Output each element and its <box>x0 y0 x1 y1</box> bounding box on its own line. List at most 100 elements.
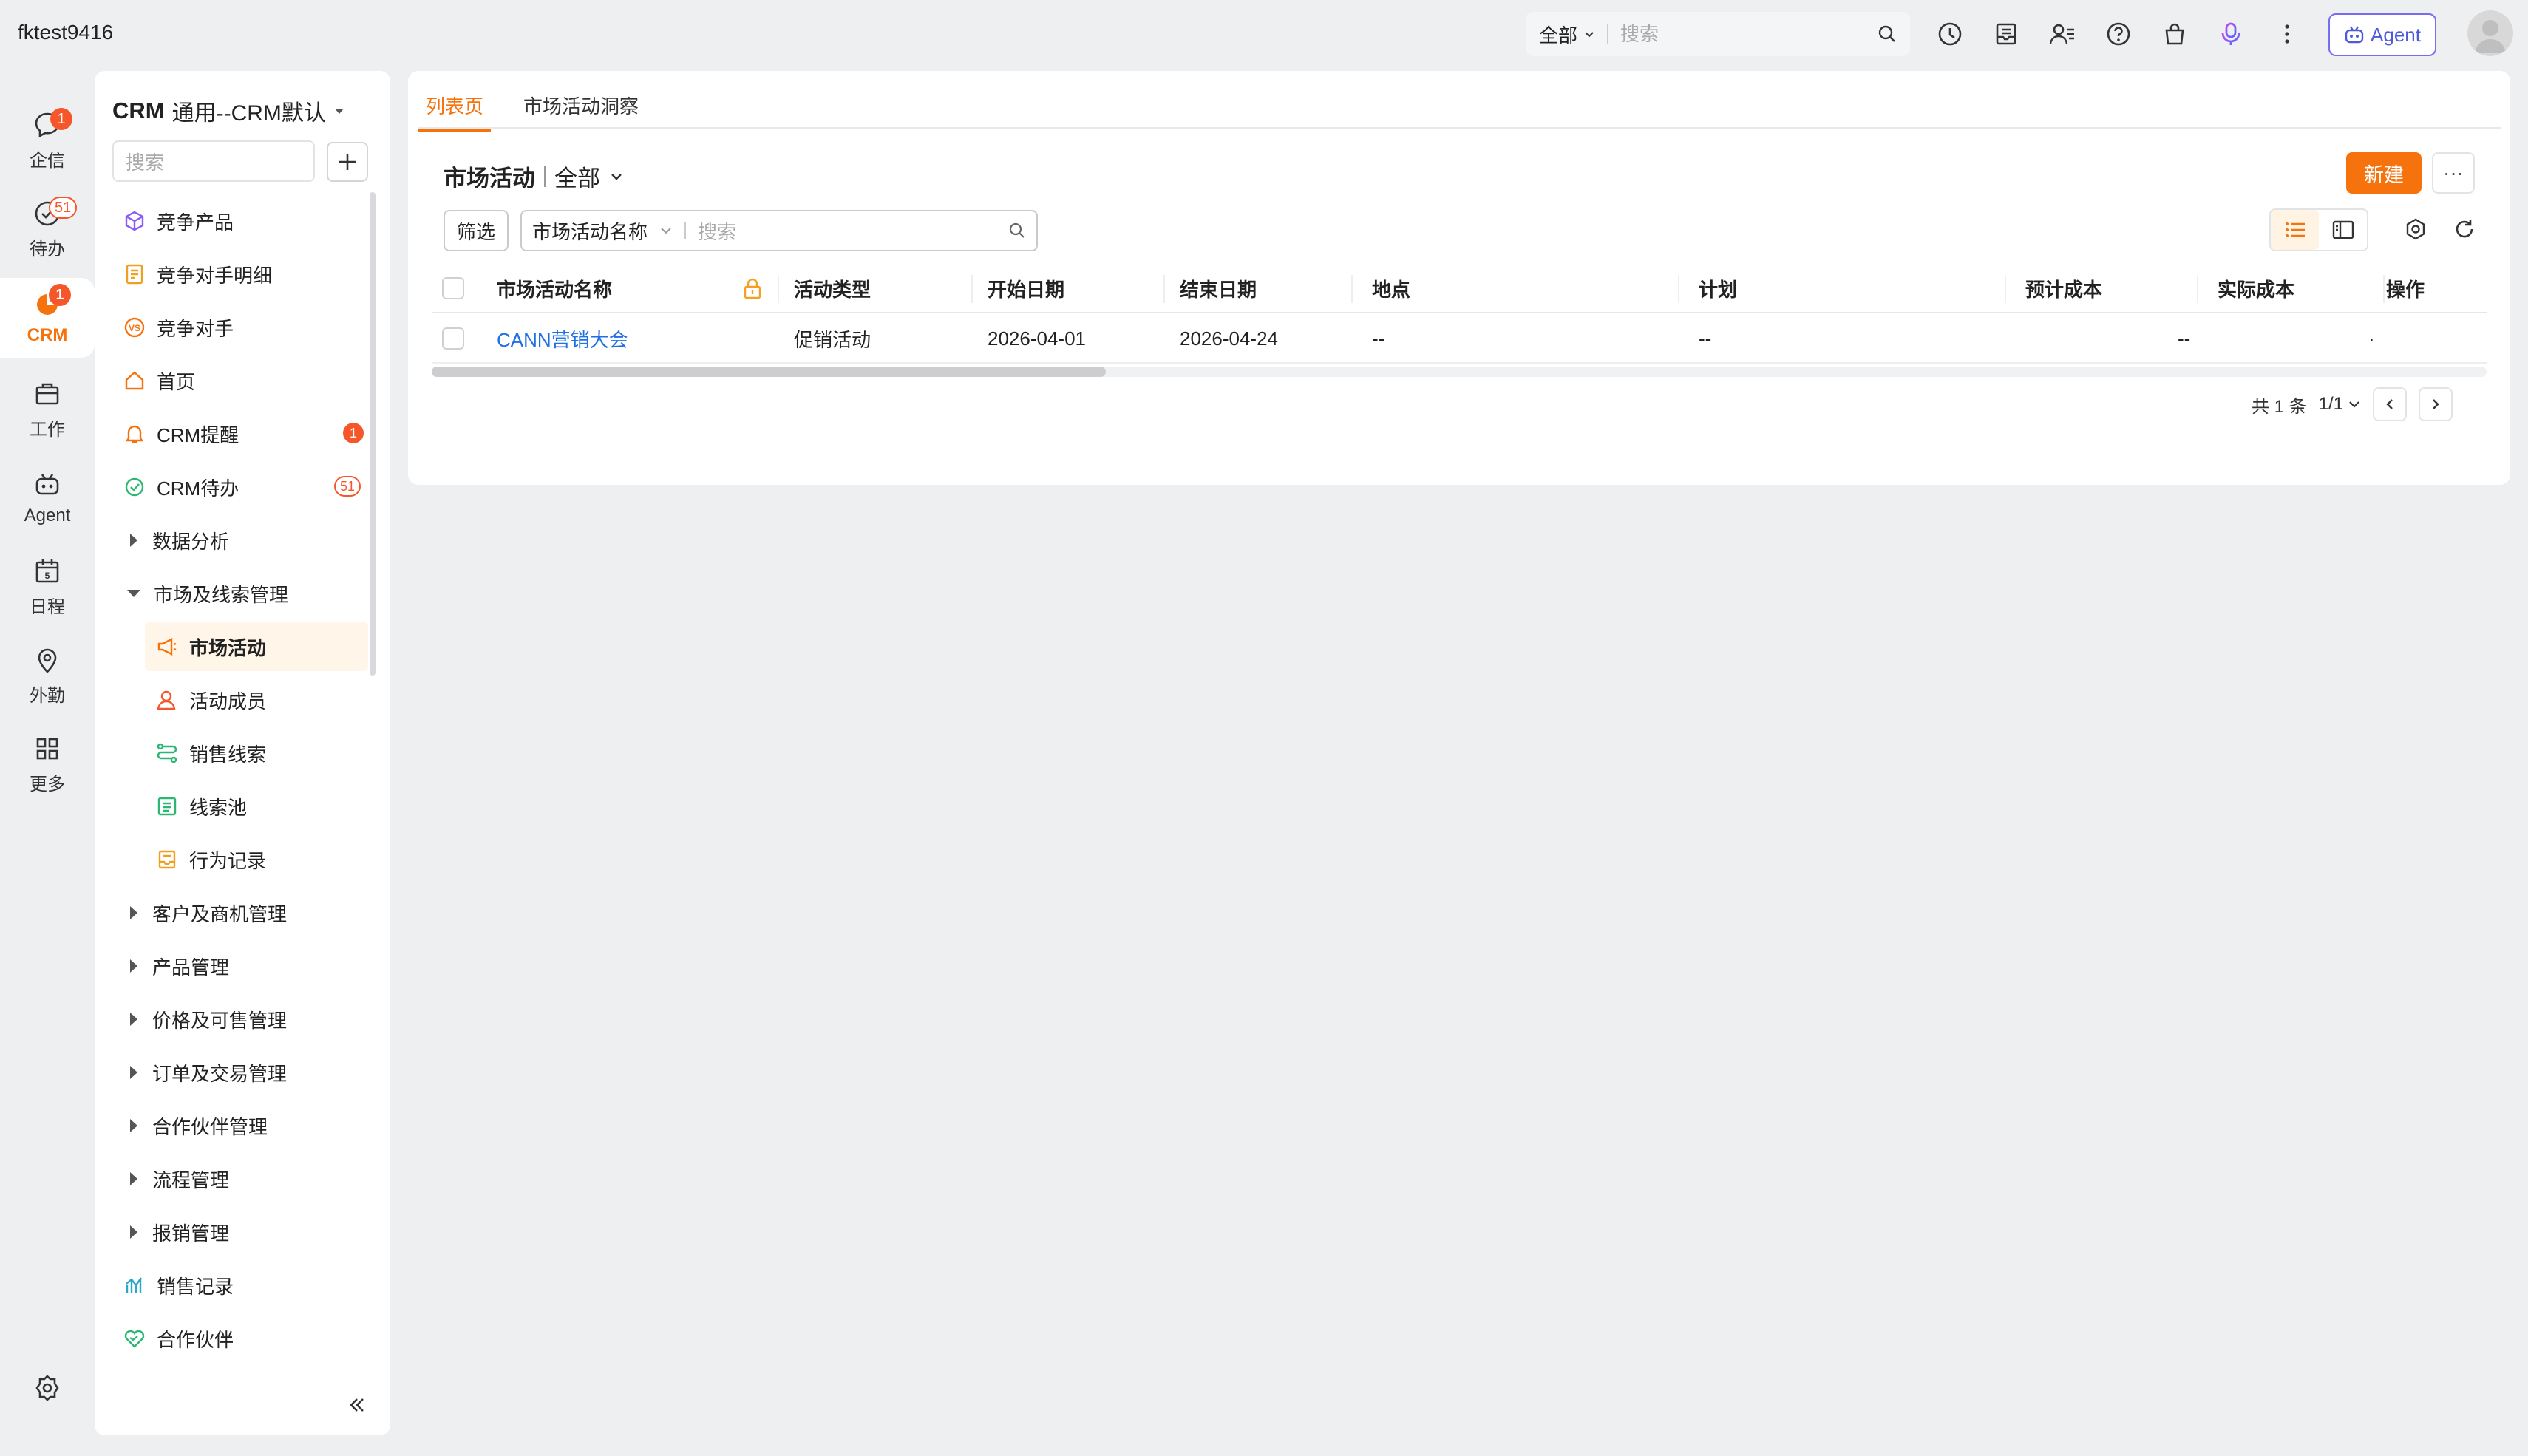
sidebar-item-competitors[interactable]: VS 竞争对手 <box>112 303 368 352</box>
more-actions-button[interactable]: ··· <box>2432 152 2475 194</box>
column-divider[interactable] <box>1163 275 1165 303</box>
sidebar-group-orders[interactable]: 订单及交易管理 <box>112 1048 368 1097</box>
sidebar-group-reimbursement[interactable]: 报销管理 <box>112 1208 368 1256</box>
account-name[interactable]: fktest9416 <box>18 21 113 44</box>
global-search-input[interactable] <box>1620 22 1878 46</box>
sidebar-item-partners[interactable]: 合作伙伴 <box>112 1314 368 1363</box>
rail-item-calendar[interactable]: 5 日程 <box>0 547 95 627</box>
column-settings-icon[interactable] <box>2399 213 2432 245</box>
column-header[interactable]: 预计成本 <box>2025 265 2102 312</box>
total-count: 共 1 条 <box>2252 396 2307 417</box>
view-scope-select[interactable]: 全部 <box>554 160 624 193</box>
sidebar-group-customers-opportunities[interactable]: 客户及商机管理 <box>112 888 368 937</box>
list-search-input[interactable]: 搜索 <box>698 217 1008 245</box>
agent-button[interactable]: Agent <box>2328 13 2436 56</box>
sidebar-search-input[interactable]: 搜索 <box>112 140 315 182</box>
list-search[interactable]: 市场活动名称 搜索 <box>520 210 1038 251</box>
page-select[interactable]: 1/1 <box>2319 394 2361 415</box>
rail-label: 企信 <box>30 150 65 171</box>
search-icon[interactable] <box>1008 222 1026 239</box>
table-horizontal-scrollbar[interactable] <box>432 367 2487 377</box>
row-action-cell[interactable]: · <box>2368 315 2375 362</box>
row-checkbox[interactable] <box>442 315 464 362</box>
rail-item-more[interactable]: 更多 <box>0 724 95 804</box>
rail-item-crm[interactable]: CRM 1 <box>0 278 95 358</box>
rail-item-messages[interactable]: 企信 1 <box>0 101 95 180</box>
table-row[interactable]: CANN营销大会 促销活动 2026-04-01 2026-04-24 -- -… <box>432 315 2487 364</box>
sidebar-item-behavior-log[interactable]: 行为记录 <box>145 835 368 884</box>
column-header[interactable]: 开始日期 <box>988 265 1064 312</box>
list-header: 市场活动 全部 <box>444 160 624 193</box>
rail-item-todo[interactable]: 待办 51 <box>0 189 95 269</box>
split-view-icon[interactable] <box>2319 210 2367 250</box>
sidebar-item-sales-records[interactable]: 销售记录 <box>112 1261 368 1310</box>
crm-badge: 1 <box>49 284 71 306</box>
sidebar-item-competitor-details[interactable]: 竞争对手明细 <box>112 250 368 299</box>
sidebar-scrollbar[interactable] <box>370 192 376 676</box>
plan-cell: -- <box>1699 327 1712 350</box>
plus-icon <box>337 152 358 172</box>
column-divider[interactable] <box>2005 275 2006 303</box>
chevron-down-icon <box>609 169 624 184</box>
scrollbar-thumb[interactable] <box>432 367 1106 377</box>
column-header[interactable]: 活动类型 <box>794 265 871 312</box>
shopping-bag-icon[interactable] <box>2160 19 2189 49</box>
column-header[interactable]: 市场活动名称 <box>497 265 612 312</box>
sidebar-item-crm-todo[interactable]: CRM待办 51 <box>112 463 368 511</box>
rail-item-agent[interactable]: Agent <box>0 458 95 538</box>
column-header[interactable]: 地点 <box>1372 265 1410 312</box>
select-all-checkbox[interactable] <box>442 265 464 312</box>
pagination: 共 1 条 1/1 <box>2252 387 2453 421</box>
sidebar-group-data-analysis[interactable]: 数据分析 <box>112 516 368 565</box>
inbox-icon[interactable] <box>1991 19 2021 49</box>
column-divider[interactable] <box>778 275 779 303</box>
lock-icon[interactable] <box>742 265 763 312</box>
settings-gear-icon[interactable] <box>33 1373 62 1403</box>
column-divider[interactable] <box>1678 275 1679 303</box>
collapse-sidebar-icon[interactable] <box>347 1395 367 1415</box>
tab-insights[interactable]: 市场活动洞察 <box>516 83 646 132</box>
refresh-icon[interactable] <box>2448 213 2481 245</box>
next-page-button[interactable] <box>2419 387 2453 421</box>
global-search[interactable]: 全部 <box>1526 12 1910 56</box>
tab-list-page[interactable]: 列表页 <box>418 83 492 132</box>
column-divider[interactable] <box>971 275 973 303</box>
column-header[interactable]: 实际成本 <box>2218 265 2294 312</box>
search-field-select[interactable]: 市场活动名称 <box>532 217 673 245</box>
sidebar-group-partners[interactable]: 合作伙伴管理 <box>112 1101 368 1150</box>
sidebar-group-pricing[interactable]: 价格及可售管理 <box>112 995 368 1044</box>
sidebar-item-marketing-events[interactable]: 市场活动 <box>145 622 368 671</box>
history-clock-icon[interactable] <box>1935 19 1965 49</box>
sidebar-group-products[interactable]: 产品管理 <box>112 942 368 990</box>
sidebar-item-sales-leads[interactable]: 销售线索 <box>145 729 368 778</box>
user-avatar[interactable] <box>2467 10 2513 56</box>
app-switcher[interactable]: CRM 通用--CRM默认 <box>112 95 345 127</box>
search-scope-select[interactable]: 全部 <box>1539 21 1595 48</box>
column-header[interactable]: 计划 <box>1699 265 1737 312</box>
sidebar-group-marketing-leads[interactable]: 市场及线索管理 <box>112 569 368 618</box>
column-header[interactable]: 结束日期 <box>1180 265 1257 312</box>
sidebar-item-home[interactable]: 首页 <box>112 356 368 405</box>
rail-item-work[interactable]: 工作 <box>0 370 95 449</box>
sidebar-item-competitor-products[interactable]: 竞争产品 <box>112 197 368 245</box>
list-view-icon[interactable] <box>2271 210 2319 250</box>
column-divider[interactable] <box>2197 275 2198 303</box>
column-divider[interactable] <box>2383 275 2385 303</box>
column-divider[interactable] <box>1351 275 1353 303</box>
more-vertical-icon[interactable] <box>2272 19 2302 49</box>
search-icon[interactable] <box>1878 24 1897 44</box>
sidebar-item-event-members[interactable]: 活动成员 <box>145 676 368 724</box>
prev-page-button[interactable] <box>2373 387 2408 421</box>
ai-voice-icon[interactable] <box>2216 19 2246 49</box>
add-menu-button[interactable] <box>327 142 368 182</box>
sidebar-item-lead-pool[interactable]: 线索池 <box>145 782 368 831</box>
contacts-icon[interactable] <box>2048 19 2077 49</box>
new-button[interactable]: 新建 <box>2346 152 2422 194</box>
svg-text:5: 5 <box>45 571 50 581</box>
sidebar-item-crm-reminders[interactable]: CRM提醒 1 <box>112 409 368 458</box>
event-name-link[interactable]: CANN营销大会 <box>497 315 628 362</box>
filter-button[interactable]: 筛选 <box>444 210 509 251</box>
sidebar-group-process[interactable]: 流程管理 <box>112 1154 368 1203</box>
rail-item-field-service[interactable]: 外勤 <box>0 636 95 715</box>
help-icon[interactable] <box>2104 19 2133 49</box>
